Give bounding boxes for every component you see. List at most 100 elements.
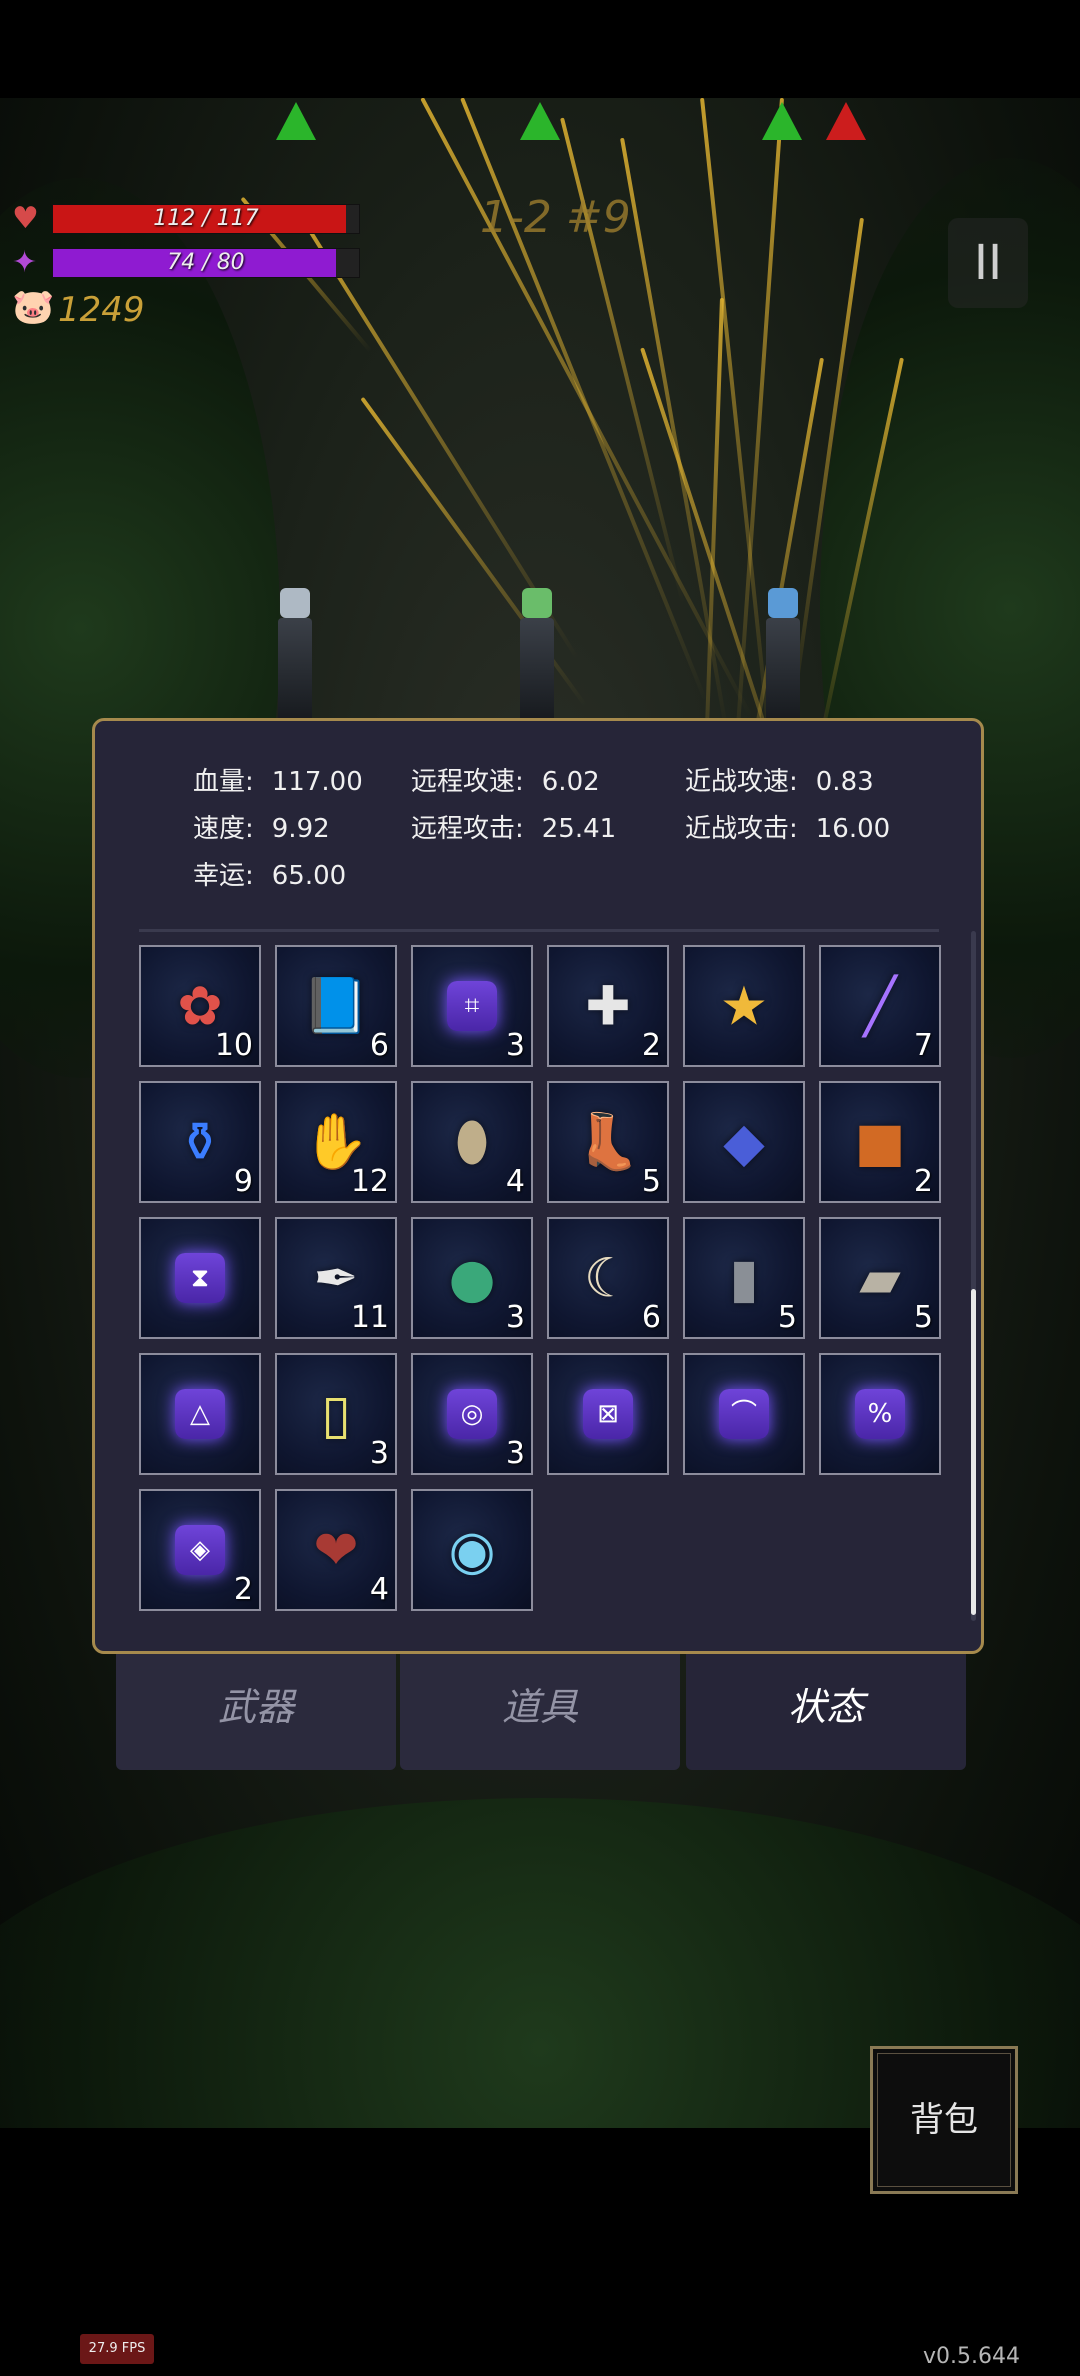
stat-ranged-speed: 远程攻速: 6.02 xyxy=(411,761,600,798)
spawn-marker-green xyxy=(276,102,316,140)
fps-counter: 27.9 FPS xyxy=(80,2334,154,2364)
heart-icon: ♥ xyxy=(12,201,39,236)
inventory-slot[interactable]: ╱ 7 xyxy=(819,945,941,1067)
tombstone-icon: ▮ xyxy=(729,1246,759,1310)
inventory-slot[interactable]: ☾ 6 xyxy=(547,1217,669,1339)
item-count: 3 xyxy=(505,1028,525,1063)
inventory-slot[interactable]: ⧗ xyxy=(139,1217,261,1339)
blue-tome-icon: ◆ xyxy=(723,1110,765,1174)
mana-bar: 74 / 80 xyxy=(52,248,360,278)
scrollbar-thumb[interactable] xyxy=(971,1289,976,1615)
inventory-slot[interactable]: ✋ 12 xyxy=(275,1081,397,1203)
stat-label: 幸运: xyxy=(193,861,254,891)
coin-count: 1249 xyxy=(58,290,145,330)
percent-rune-icon: % xyxy=(855,1389,905,1439)
hourglass-rune-icon: ⧗ xyxy=(175,1253,225,1303)
spawn-marker-green xyxy=(762,102,802,140)
inventory-slot[interactable]: % xyxy=(819,1353,941,1475)
stat-ranged-attack: 远程攻击: 25.41 xyxy=(411,808,616,845)
tower-center xyxy=(520,588,554,728)
health-text: 112 / 117 xyxy=(153,206,259,231)
inventory-slot[interactable]: ⊠ xyxy=(547,1353,669,1475)
ore-rocks-icon: ▰ xyxy=(859,1246,901,1310)
stat-value: 117.00 xyxy=(271,767,363,797)
stat-value: 6.02 xyxy=(541,767,600,797)
item-count: 2 xyxy=(641,1028,661,1063)
item-count: 6 xyxy=(369,1028,389,1063)
stat-label: 血量: xyxy=(193,767,254,797)
purple-wand-icon: ╱ xyxy=(863,974,897,1038)
stat-melee-speed: 近战攻速: 0.83 xyxy=(685,761,874,798)
item-count: 3 xyxy=(505,1436,525,1471)
pause-button[interactable]: II xyxy=(948,218,1028,308)
inventory-slot[interactable]: ◆ xyxy=(683,1081,805,1203)
inventory-slot[interactable]: ◎ 3 xyxy=(411,1353,533,1475)
inventory-slot[interactable]: 👢 5 xyxy=(547,1081,669,1203)
stat-label: 远程攻击: xyxy=(411,814,524,844)
inventory-slot[interactable]: ⬮ 4 xyxy=(411,1081,533,1203)
rainbow-orb-icon: ● xyxy=(448,1246,496,1310)
inventory-slot[interactable]: 📘 6 xyxy=(275,945,397,1067)
burning-heart-icon: ❤ xyxy=(313,1518,359,1582)
horn-icon: ☾ xyxy=(583,1246,633,1310)
item-count: 6 xyxy=(641,1300,661,1335)
stat-hp: 血量: 117.00 xyxy=(193,761,363,798)
item-count: 12 xyxy=(350,1164,389,1199)
stat-label: 远程攻速: xyxy=(411,767,524,797)
stat-luck: 幸运: 65.00 xyxy=(193,855,346,892)
tab-weapons[interactable]: 武器 xyxy=(116,1654,396,1770)
cross-rune-icon: ⊠ xyxy=(583,1389,633,1439)
item-count: 4 xyxy=(505,1164,525,1199)
stat-value: 0.83 xyxy=(815,767,874,797)
stat-value: 25.41 xyxy=(541,814,617,844)
inventory-slot[interactable]: ✚ 2 xyxy=(547,945,669,1067)
tower-right xyxy=(766,588,800,728)
stat-value: 9.92 xyxy=(271,814,330,844)
inventory-slot[interactable]: ⌒ xyxy=(683,1353,805,1475)
item-count: 2 xyxy=(913,1164,933,1199)
projectile-streak xyxy=(560,117,685,604)
crystal-orb-icon: ◉ xyxy=(448,1518,496,1582)
scrollbar[interactable] xyxy=(971,931,976,1621)
inventory-slot[interactable]: ❤ 4 xyxy=(275,1489,397,1611)
item-count: 7 xyxy=(913,1028,933,1063)
item-count: 3 xyxy=(505,1300,525,1335)
yellow-card-icon: ▯ xyxy=(321,1382,351,1446)
inventory-slot[interactable]: ▮ 5 xyxy=(683,1217,805,1339)
mana-text: 74 / 80 xyxy=(167,250,245,275)
stat-melee-attack: 近战攻击: 16.00 xyxy=(685,808,890,845)
divider xyxy=(139,929,939,932)
backpack-button[interactable]: 背包 xyxy=(870,2046,1018,2194)
inventory-slot[interactable]: ● 3 xyxy=(411,1217,533,1339)
inventory-slot[interactable]: ⌗ 3 xyxy=(411,945,533,1067)
item-count: 10 xyxy=(214,1028,253,1063)
tab-items[interactable]: 道具 xyxy=(400,1654,680,1770)
tower-left xyxy=(278,588,312,728)
inventory-slot[interactable]: ▯ 3 xyxy=(275,1353,397,1475)
inventory-slot[interactable]: ⚱ 9 xyxy=(139,1081,261,1203)
spawn-marker-green xyxy=(520,102,560,140)
egg-icon: ⬮ xyxy=(455,1110,489,1173)
hook-rune-icon: ⌒ xyxy=(719,1389,769,1439)
item-count: 5 xyxy=(913,1300,933,1335)
status-panel: 血量: 117.00 远程攻速: 6.02 近战攻速: 0.83 速度: 9.92 远程… xyxy=(92,718,984,1654)
inventory-slot[interactable]: △ xyxy=(139,1353,261,1475)
inventory-slot[interactable]: ◉ xyxy=(411,1489,533,1611)
item-count: 3 xyxy=(369,1436,389,1471)
stat-speed: 速度: 9.92 xyxy=(193,808,330,845)
inventory-slot[interactable]: ★ xyxy=(683,945,805,1067)
inventory-slot[interactable]: ✒ 11 xyxy=(275,1217,397,1339)
inventory-slot[interactable]: ▰ 5 xyxy=(819,1217,941,1339)
pig-coin-icon: 🐷 xyxy=(12,287,55,327)
tab-status[interactable]: 状态 xyxy=(686,1654,966,1770)
inventory-slot[interactable]: ■ 2 xyxy=(819,1081,941,1203)
stat-value: 65.00 xyxy=(271,861,347,891)
mana-icon: ✦ xyxy=(12,245,38,280)
stat-value: 16.00 xyxy=(815,814,891,844)
blue-spellbook-icon: 📘 xyxy=(302,974,370,1037)
triangle-rune-icon: △ xyxy=(175,1389,225,1439)
inventory-slot[interactable]: ✿ 10 xyxy=(139,945,261,1067)
inventory-slot[interactable]: ◈ 2 xyxy=(139,1489,261,1611)
purple-rune-icon: ⌗ xyxy=(447,981,497,1031)
stat-label: 近战攻击: xyxy=(685,814,798,844)
